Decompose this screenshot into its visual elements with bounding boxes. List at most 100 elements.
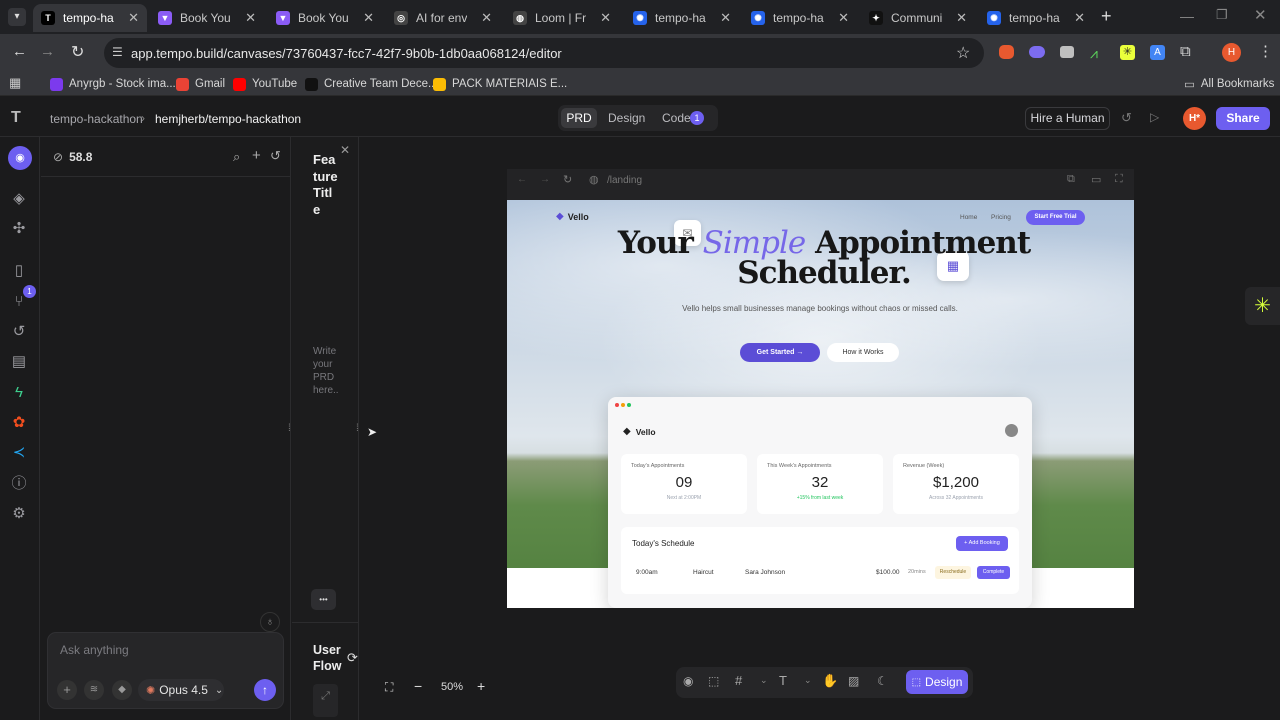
extension-fox-icon[interactable]	[999, 45, 1014, 59]
image-tool-icon[interactable]: ▨	[848, 674, 859, 688]
extension-cloud-icon[interactable]	[1029, 46, 1045, 58]
design-canvas[interactable]: ➤ ← → ↻ ◍ /landing ⧉ ▭ ⛶ ◆ Vello Home Pr…	[360, 137, 1280, 720]
figma-icon[interactable]: ✿	[10, 414, 28, 432]
resize-handle-right[interactable]: ⁞	[356, 423, 359, 434]
layers-icon[interactable]: ◈	[10, 190, 28, 208]
how-it-works-button[interactable]: How it Works	[827, 343, 899, 362]
nav-pricing[interactable]: Pricing	[991, 214, 1011, 221]
reschedule-button[interactable]: Reschedule	[935, 566, 971, 579]
breadcrumb-project[interactable]: hemjherb/tempo-hackathon	[155, 112, 301, 126]
bookmark-item[interactable]: PACK MATERIAIS E...	[433, 76, 567, 92]
close-icon[interactable]: ✕	[340, 143, 350, 157]
chat-input[interactable]: Ask anything	[60, 643, 129, 657]
browser-tab[interactable]: ✦ Community p ✕	[861, 4, 975, 32]
sliders-button[interactable]: ≋	[84, 680, 104, 700]
browser-tab[interactable]: ✺ tempo-hacka ✕	[979, 4, 1093, 32]
theme-moon-icon[interactable]: ☾	[877, 674, 888, 688]
fullscreen-icon[interactable]: ⛶	[1115, 173, 1123, 186]
tab-close-icon[interactable]: ✕	[363, 10, 374, 26]
vscode-icon[interactable]: ≺	[10, 444, 28, 462]
user-avatar[interactable]: H*	[1183, 107, 1206, 130]
design-mode-button[interactable]: ⬚ Design	[906, 670, 968, 694]
back-arrow-icon[interactable]: ←	[12, 43, 27, 60]
text-tool-icon[interactable]: T	[779, 673, 787, 688]
extension-star-icon[interactable]: ✳	[1120, 45, 1135, 60]
breadcrumb-root[interactable]: tempo-hackathon	[50, 112, 143, 126]
reload-icon[interactable]: ↻	[71, 42, 84, 62]
tab-close-icon[interactable]: ✕	[600, 10, 611, 26]
address-bar[interactable]: ☰ app.tempo.build/canvases/73760437-fcc7…	[104, 38, 984, 68]
tab-close-icon[interactable]: ✕	[128, 10, 139, 26]
apps-grid-icon[interactable]: ▦	[9, 75, 21, 91]
attach-plus-button[interactable]: +	[57, 680, 77, 700]
tab-close-icon[interactable]: ✕	[481, 10, 492, 26]
screenshot-tool-icon[interactable]: ◉	[683, 674, 693, 688]
bookmark-item[interactable]: Anyrgb - Stock ima...	[50, 76, 176, 92]
complete-button[interactable]: Complete	[977, 566, 1010, 579]
tab-close-icon[interactable]: ✕	[956, 10, 967, 26]
vello-logo[interactable]: ◆ Vello	[556, 211, 589, 222]
extensions-puzzle-icon[interactable]: ⧉	[1180, 43, 1191, 60]
all-bookmarks[interactable]: ▭ All Bookmarks	[1184, 76, 1274, 92]
feature-title[interactable]: Feature Title	[313, 152, 339, 218]
resize-handle-left[interactable]: ⁞	[288, 423, 291, 434]
camera-icon[interactable]: ◉	[8, 146, 32, 170]
frame-chevron-icon[interactable]: ⌄	[760, 675, 768, 686]
table-row[interactable]: 9:00am Haircut Sara Johnson $100.00 20mi…	[621, 563, 1019, 583]
tab-prd[interactable]: PRD	[561, 108, 597, 128]
search-icon[interactable]: ⌕	[233, 149, 240, 165]
text-chevron-icon[interactable]: ⌄	[804, 675, 812, 686]
zoom-level[interactable]: 50%	[441, 681, 463, 693]
more-button[interactable]: •••	[311, 589, 336, 610]
prd-editor[interactable]: Write your PRD here..	[313, 345, 343, 397]
tab-search-button[interactable]: ▾	[8, 8, 26, 26]
chrome-menu-icon[interactable]: ⋮	[1258, 42, 1273, 60]
browser-tab[interactable]: ◎ AI for enviro ✕	[386, 4, 500, 32]
tab-design[interactable]: Design	[608, 111, 645, 125]
user-flow-title[interactable]: User Flow	[313, 642, 343, 674]
hire-a-human-button[interactable]: Hire a Human	[1025, 107, 1110, 130]
bookmark-item[interactable]: Gmail	[176, 76, 225, 92]
forward-arrow-icon[interactable]: →	[40, 43, 55, 60]
bookmark-item[interactable]: YouTube	[233, 76, 297, 92]
lightbulb-icon[interactable]: ♁	[260, 612, 280, 632]
bookmark-star-icon[interactable]: ☆	[956, 43, 970, 63]
components-icon[interactable]: ✣	[10, 220, 28, 238]
chat-input-box[interactable]: Ask anything + ≋ ◆ ✺ Opus 4.5 ⌄ ↑	[47, 632, 284, 709]
preview-url[interactable]: /landing	[607, 175, 642, 186]
browser-tab[interactable]: ▼ Book Your Ap ✕	[150, 4, 264, 32]
browser-tab[interactable]: ◍ Loom | Free S ✕	[505, 4, 619, 32]
share-button[interactable]: Share	[1216, 107, 1270, 130]
expand-icon[interactable]: ⤢	[313, 684, 338, 717]
extension-chart-icon[interactable]: ⩘	[1090, 45, 1098, 62]
model-selector[interactable]: ✺ Opus 4.5 ⌄	[138, 679, 224, 701]
tab-close-icon[interactable]: ✕	[1074, 10, 1085, 26]
minimize-button[interactable]: —	[1180, 8, 1194, 24]
floating-assistant-icon[interactable]: ✳	[1245, 287, 1280, 325]
tab-close-icon[interactable]: ✕	[245, 10, 256, 26]
settings-gear-icon[interactable]: ⚙	[10, 505, 28, 523]
history-icon[interactable]: ↺	[1121, 110, 1132, 126]
dash-avatar[interactable]	[1005, 424, 1018, 437]
window-close-button[interactable]: ✕	[1254, 6, 1267, 24]
browser-tab[interactable]: ▼ Book Your Ap ✕	[268, 4, 382, 32]
nav-home[interactable]: Home	[960, 214, 977, 221]
fit-screen-icon[interactable]: ⛶	[385, 680, 393, 695]
chat-history-icon[interactable]: ↺	[270, 148, 281, 164]
extension-translate-icon[interactable]: A	[1150, 45, 1165, 60]
browser-tab[interactable]: ✺ tempo-hacka ✕	[625, 4, 739, 32]
open-external-icon[interactable]: ⧉	[1067, 173, 1075, 186]
play-icon[interactable]: ▷	[1150, 110, 1159, 124]
zoom-in-button[interactable]: +	[477, 678, 485, 694]
refresh-icon[interactable]: ⟳	[347, 650, 358, 666]
preview-forward-icon[interactable]: →	[540, 174, 550, 185]
zoom-out-button[interactable]: −	[414, 678, 422, 694]
preview-reload-icon[interactable]: ↻	[563, 173, 572, 186]
add-booking-button[interactable]: + Add Booking	[956, 536, 1008, 551]
tab-code[interactable]: Code	[662, 111, 691, 125]
tempo-logo-icon[interactable]: T	[11, 109, 27, 127]
browser-tab[interactable]: ✺ tempo-hacka ✕	[743, 4, 857, 32]
browser-tab[interactable]: Ttempo-hacka ✕	[33, 4, 147, 32]
tab-close-icon[interactable]: ✕	[838, 10, 849, 26]
profile-avatar[interactable]: H	[1222, 43, 1241, 62]
